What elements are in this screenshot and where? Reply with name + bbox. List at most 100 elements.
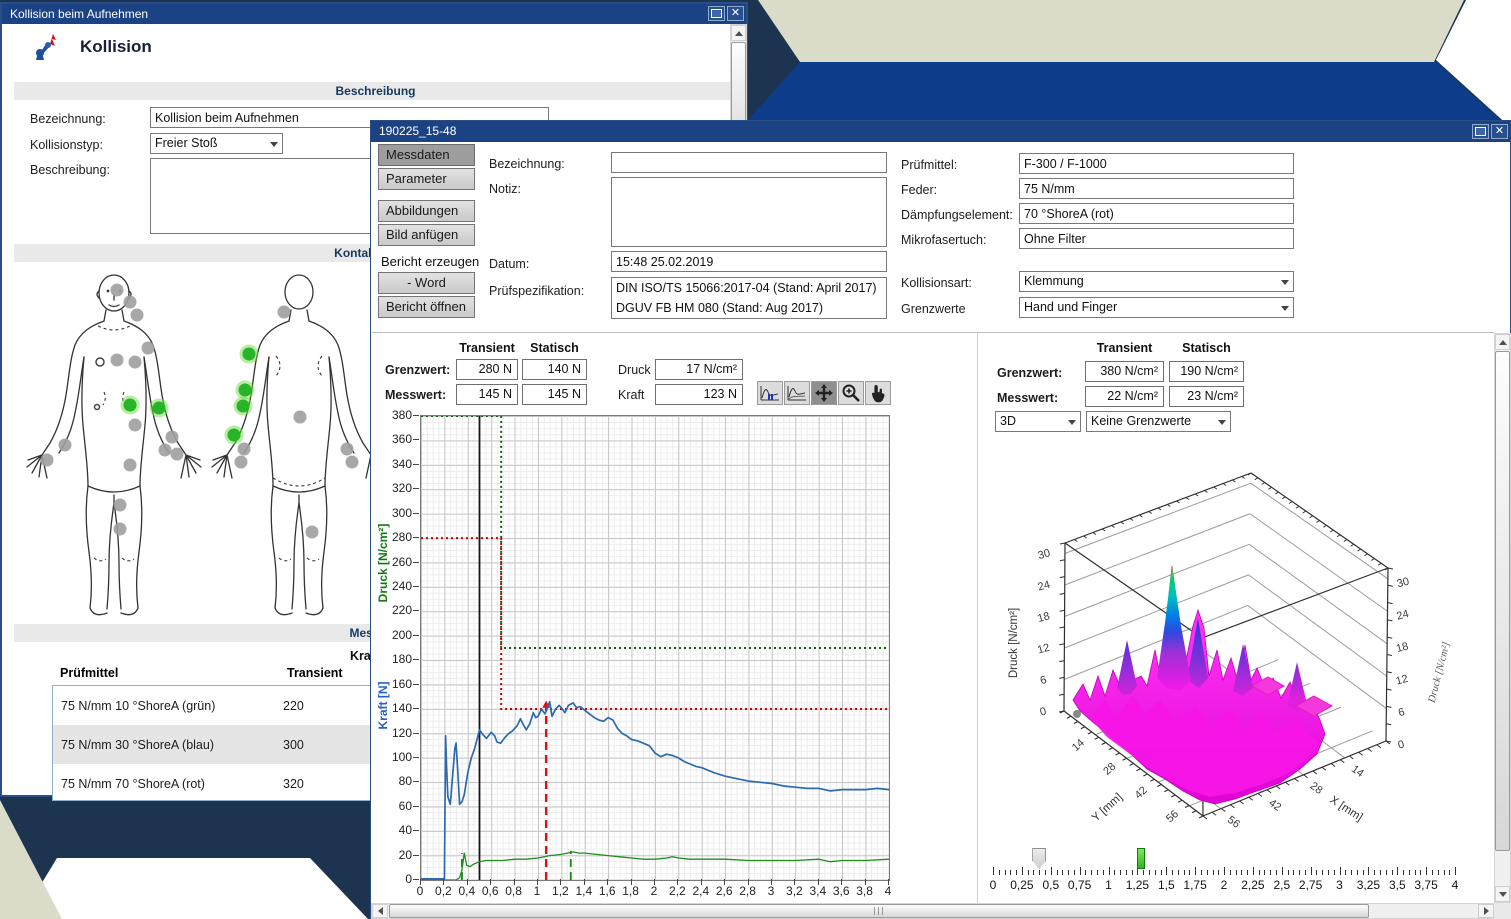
contact-point[interactable]: [131, 309, 144, 322]
table-row[interactable]: 75 N/mm 70 °ShoreA (rot)320: [53, 764, 373, 801]
notiz-label: Notiz:: [489, 182, 521, 196]
kollision-titlebar[interactable]: Kollision beim Aufnehmen ✕: [2, 4, 746, 24]
pan-tool[interactable]: [811, 381, 837, 405]
contact-point[interactable]: [111, 284, 124, 297]
svg-text:24: 24: [1395, 608, 1410, 623]
contact-point[interactable]: [59, 439, 72, 452]
sidebar-button-bild-anfuegen[interactable]: Bild anfügen: [378, 224, 475, 246]
slider-tick: [1236, 870, 1237, 875]
kollisionsart-dropdown[interactable]: Klemmung: [1019, 271, 1294, 292]
contact-point[interactable]: [171, 448, 184, 461]
svg-text:0: 0: [1039, 706, 1048, 719]
contact-point[interactable]: [238, 443, 251, 456]
messung-vscrollbar[interactable]: [1494, 333, 1511, 903]
bericht-oeffnen-button[interactable]: Bericht öffnen: [378, 296, 475, 318]
slider-tick: [1432, 870, 1433, 875]
contact-point-active[interactable]: [228, 429, 241, 442]
kollisionstyp-dropdown[interactable]: Freier Stoß: [150, 133, 283, 154]
maximize-button[interactable]: [1472, 124, 1489, 139]
y-axis-tick: [413, 415, 419, 416]
grenzwerte-mode-dropdown[interactable]: Keine Grenzwerte: [1086, 411, 1231, 432]
contact-point-active[interactable]: [239, 384, 252, 397]
slider-handle-green[interactable]: [1137, 848, 1145, 869]
messung-titlebar[interactable]: 190225_15-48 ✕: [371, 121, 1510, 142]
svg-text:42: 42: [1133, 784, 1150, 801]
maximize-button[interactable]: [708, 6, 725, 21]
vscrollbar-thumb[interactable]: [1495, 351, 1510, 851]
contact-point[interactable]: [114, 523, 127, 536]
contact-point[interactable]: [124, 459, 137, 472]
curve-compare-tool[interactable]: [784, 381, 810, 405]
contact-point-active[interactable]: [243, 348, 256, 361]
force-col-statisch: Statisch: [522, 341, 587, 355]
slider-tick: [1062, 870, 1063, 875]
hscrollbar-thumb[interactable]: [389, 904, 1369, 918]
chevron-down-icon: [270, 142, 278, 147]
contact-point[interactable]: [306, 526, 319, 539]
daempfungselement-input[interactable]: [1019, 203, 1294, 224]
mikrofasertuch-input[interactable]: [1019, 228, 1294, 249]
slider-tick: [1328, 870, 1329, 875]
grenzwerte-mode-value: Keine Grenzwerte: [1091, 414, 1191, 428]
contact-point-active[interactable]: [237, 400, 250, 413]
contact-point-active[interactable]: [124, 399, 137, 412]
slider-tick: [1415, 870, 1416, 875]
contact-point[interactable]: [235, 456, 248, 469]
slider-tick: [1259, 870, 1260, 875]
contact-point[interactable]: [166, 431, 179, 444]
contact-point-active[interactable]: [153, 402, 166, 415]
contact-point[interactable]: [111, 354, 124, 367]
contact-point[interactable]: [124, 296, 137, 309]
table-row[interactable]: 75 N/mm 30 °ShoreA (blau)300: [53, 725, 373, 764]
datum-input[interactable]: [611, 251, 887, 272]
close-button[interactable]: ✕: [1491, 124, 1508, 139]
force-grenzwert-label: Grenzwert:: [385, 363, 450, 377]
pressure-3d-chart[interactable]: 006612121818242430301428425656422814Y [m…: [995, 438, 1465, 846]
pruefmittel-label: Prüfmittel:: [901, 158, 957, 172]
sidebar-button-abbildungen[interactable]: Abbildungen: [378, 200, 475, 222]
slider-tick: [1311, 867, 1312, 875]
hand-tool[interactable]: [865, 381, 891, 405]
x-axis-tick: [560, 879, 561, 885]
contact-point[interactable]: [346, 456, 359, 469]
contact-point[interactable]: [294, 411, 307, 424]
contact-point-marker[interactable]: [96, 358, 104, 366]
sidebar-button-parameter[interactable]: Parameter: [378, 168, 475, 190]
slider-tick: [1097, 870, 1098, 875]
slider-tick: [1016, 870, 1017, 875]
y-axis-tick: [413, 708, 419, 709]
table-row[interactable]: 75 N/mm 10 °ShoreA (grün)220: [53, 686, 373, 725]
contact-point[interactable]: [114, 499, 127, 512]
notiz-textarea[interactable]: [611, 177, 887, 247]
contact-point[interactable]: [278, 306, 291, 319]
contact-point[interactable]: [129, 419, 142, 432]
x-axis-tick: [841, 879, 842, 885]
contact-point[interactable]: [41, 454, 54, 467]
body-contact-diagram[interactable]: [14, 264, 370, 617]
y-axis-tick: [413, 757, 419, 758]
pruefmittel-input[interactable]: [1019, 153, 1294, 174]
messung-hscrollbar[interactable]: [371, 903, 1494, 919]
word-report-button[interactable]: - Word: [378, 272, 475, 294]
zoom-tool[interactable]: [838, 381, 864, 405]
slider-tick: [1161, 870, 1162, 875]
contact-point[interactable]: [129, 356, 142, 369]
bezeichnung-input[interactable]: [611, 152, 887, 173]
contact-point-marker[interactable]: [95, 405, 100, 410]
close-button[interactable]: ✕: [727, 6, 744, 21]
contact-point[interactable]: [341, 443, 354, 456]
contact-point[interactable]: [159, 444, 172, 457]
contact-point[interactable]: [142, 342, 155, 355]
curve-pause-tool[interactable]: [757, 381, 783, 405]
pruefspezifikation-box[interactable]: DIN ISO/TS 15066:2017-04 (Stand: April 2…: [611, 277, 887, 319]
grenzwerte-dropdown[interactable]: Hand und Finger: [1019, 297, 1294, 318]
slider-tick: [1213, 870, 1214, 875]
slider-tick: [1033, 870, 1034, 875]
sidebar-button-messdaten[interactable]: Messdaten: [378, 144, 475, 166]
slider-tick: [1184, 870, 1185, 875]
time-slider[interactable]: 00,250,50,7511,251,51,7522,252,52,7533,2…: [985, 845, 1465, 900]
x-axis-tick: [701, 879, 702, 885]
feder-input[interactable]: [1019, 178, 1294, 199]
view-mode-dropdown[interactable]: 3D: [995, 411, 1081, 432]
force-chart-plot[interactable]: [420, 415, 890, 881]
